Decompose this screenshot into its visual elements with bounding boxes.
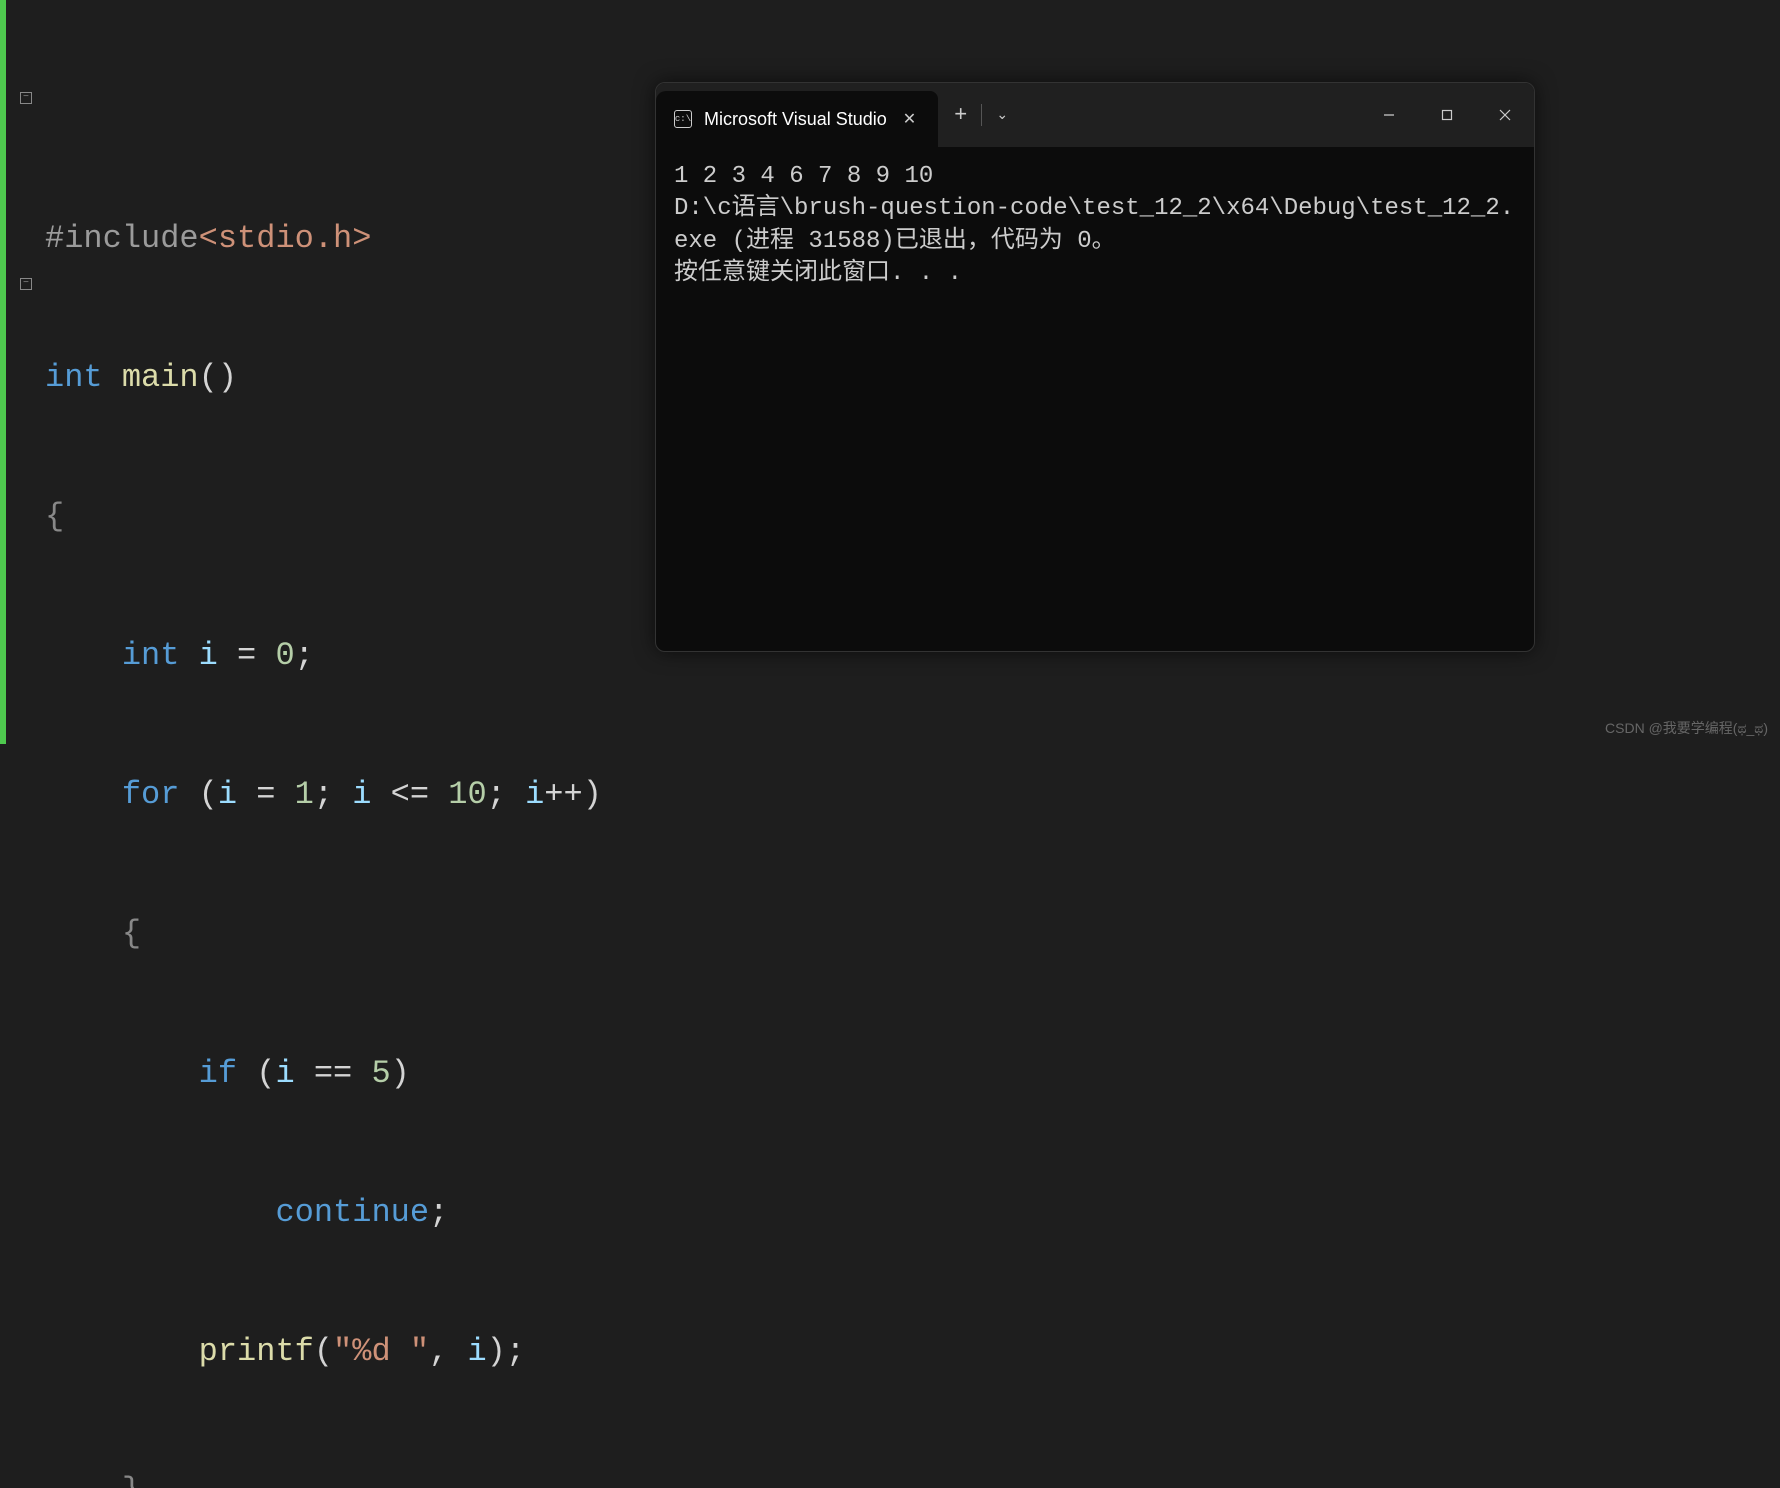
terminal-tab[interactable]: c:\ Microsoft Visual Studio ✕ <box>656 91 938 147</box>
output-line: D:\c语言\brush-question-code\test_12_2\x64… <box>674 195 1514 254</box>
output-line: 1 2 3 4 6 7 8 9 10 <box>674 163 933 190</box>
minimize-button[interactable] <box>1360 83 1418 147</box>
code-line: continue; <box>45 1190 1780 1236</box>
close-button[interactable] <box>1476 83 1534 147</box>
code-line: if (i == 5) <box>45 1051 1780 1097</box>
terminal-tab-title: Microsoft Visual Studio <box>704 109 887 130</box>
terminal-output[interactable]: 1 2 3 4 6 7 8 9 10 D:\c语言\brush-question… <box>656 147 1534 305</box>
window-buttons <box>1360 83 1534 147</box>
terminal-tab-controls: + ⌄ <box>938 83 1024 147</box>
maximize-button[interactable] <box>1418 83 1476 147</box>
fold-toggle-icon[interactable]: − <box>20 278 32 290</box>
watermark: CSDN @我要学编程(ಥ_ಥ) <box>1605 718 1768 738</box>
code-line: for (i = 1; i <= 10; i++) <box>45 772 1780 818</box>
code-line: } <box>45 1468 1780 1488</box>
close-tab-icon[interactable]: ✕ <box>899 109 920 129</box>
terminal-titlebar[interactable]: c:\ Microsoft Visual Studio ✕ + ⌄ <box>656 83 1534 147</box>
fold-toggle-icon[interactable]: − <box>20 92 32 104</box>
chevron-down-icon[interactable]: ⌄ <box>996 107 1008 124</box>
output-line: 按任意键关闭此窗口. . . <box>674 260 962 287</box>
code-line: { <box>45 911 1780 957</box>
terminal-window: c:\ Microsoft Visual Studio ✕ + ⌄ 1 2 3 … <box>655 82 1535 652</box>
new-tab-icon[interactable]: + <box>954 103 967 128</box>
divider <box>981 104 982 126</box>
terminal-app-icon: c:\ <box>674 110 692 128</box>
spacer <box>1024 83 1360 147</box>
code-line: printf("%d ", i); <box>45 1329 1780 1375</box>
